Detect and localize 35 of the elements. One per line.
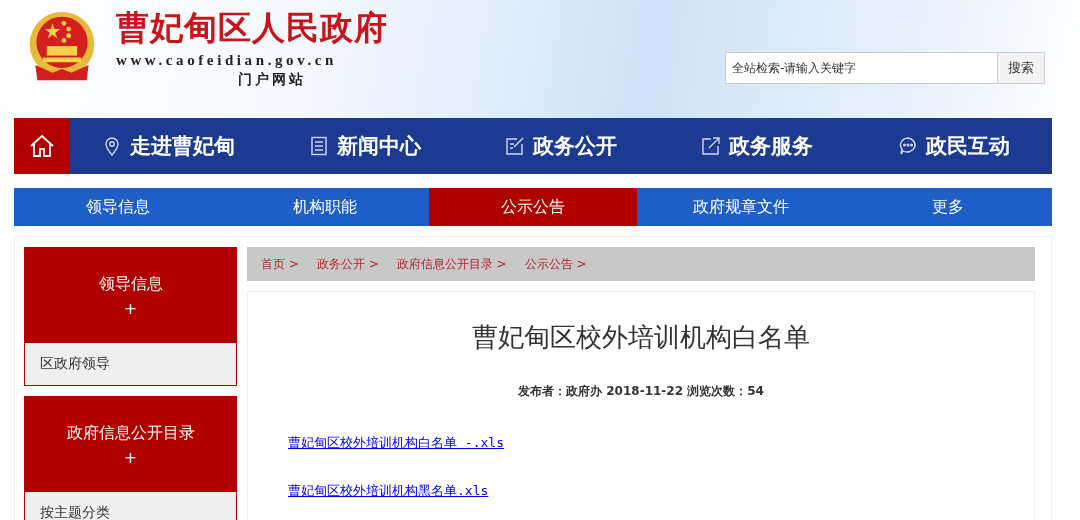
breadcrumb-link[interactable]: 政府信息公开目录 > (396, 255, 507, 273)
home-button[interactable] (14, 118, 70, 174)
article-meta: 发布者：政府办 2018-11-22 浏览次数：54 (517, 383, 765, 400)
expand-toggle[interactable]: + (123, 447, 138, 467)
attachment-link[interactable]: 曹妃甸区校外培训机构黑名单.xls (288, 482, 489, 500)
section-title: 政府信息公开目录 (66, 422, 195, 444)
site-subtitle: 门户网站 (238, 71, 306, 89)
search-field[interactable]: 全站检索-请输入关键字 (725, 52, 997, 84)
edit-icon (505, 136, 525, 156)
main-nav-item[interactable]: 新闻中心 (266, 132, 463, 160)
share-icon (701, 136, 722, 156)
sidebar-item[interactable]: 按主题分类 (25, 492, 236, 520)
attachment-link[interactable]: 曹妃甸区校外培训机构白名单 -.xls (288, 434, 504, 452)
breadcrumb-link[interactable]: 公示公告 > (524, 255, 587, 273)
main-nav-item[interactable]: 政务服务 (659, 132, 856, 160)
home-icon (29, 134, 55, 158)
expand-toggle[interactable]: + (123, 298, 138, 318)
sub-nav-tab[interactable]: 政府规章文件 (636, 188, 845, 226)
article-title: 曹妃甸区校外培训机构白名单 (471, 321, 811, 354)
sub-nav-tab[interactable]: 更多 (844, 188, 1052, 226)
sub-nav-tab[interactable]: 机构职能 (221, 188, 430, 226)
sidebar-item[interactable]: 区政府领导 (25, 343, 236, 385)
document-icon (308, 136, 329, 156)
section-title: 领导信息 (98, 273, 163, 295)
main-nav-item[interactable]: 政民互动 (855, 132, 1053, 160)
breadcrumb-link[interactable]: 首页 > (261, 255, 299, 273)
site-title: 曹妃甸区人民政府 (116, 8, 388, 48)
main-nav-item[interactable]: 政务公开 (462, 132, 660, 160)
breadcrumb-link[interactable]: 政务公开 > (316, 255, 379, 273)
main-nav-item[interactable]: 走进曹妃甸 (70, 132, 267, 160)
sub-nav-tab[interactable]: 公示公告 (429, 188, 637, 226)
chat-icon (897, 136, 918, 156)
site-domain: www.caofeidian.gov.cn (116, 52, 338, 69)
search-button[interactable]: 搜索 (997, 52, 1045, 84)
sub-nav-tab[interactable]: 领导信息 (14, 188, 222, 226)
